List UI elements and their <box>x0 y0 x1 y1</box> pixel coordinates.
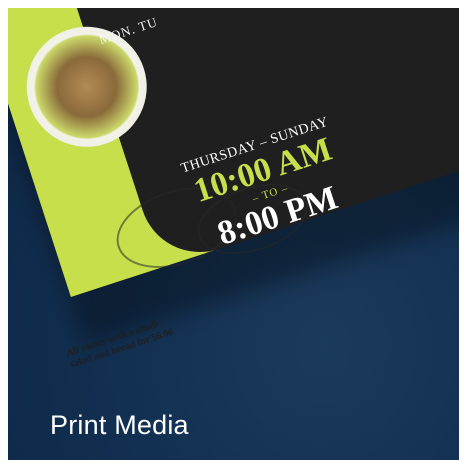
print-media-card[interactable]: MON. TU THURSDAY – SUNDAY 10:00 AM – TO … <box>8 8 459 460</box>
card-title: Print Media <box>50 410 189 440</box>
